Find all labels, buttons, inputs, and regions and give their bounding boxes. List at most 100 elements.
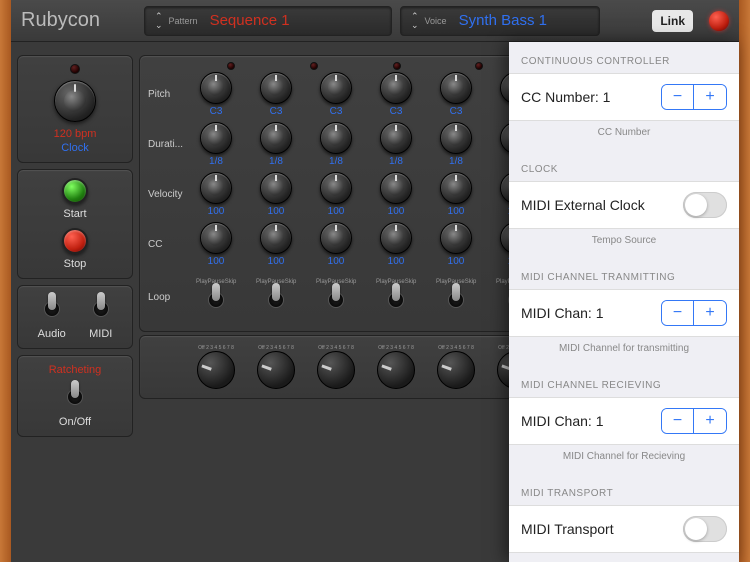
step: 100 [246, 172, 306, 217]
voice-selector[interactable]: ⌃⌄ Voice Synth Bass 1 [400, 6, 600, 36]
step-knob[interactable] [440, 222, 472, 254]
tempo-label: 120 bpm [54, 128, 97, 140]
step-knob[interactable] [260, 122, 292, 154]
settings-section-header: CONTINUOUS CONTROLLER [509, 42, 739, 73]
step-value: 100 [448, 206, 465, 217]
step: 100 [426, 172, 486, 217]
ratcheting-section: Ratcheting On/Off [17, 355, 133, 437]
ratchet-step: Off 2 3 4 5 6 7 8 [426, 345, 486, 389]
row-label: Pitch [146, 89, 186, 100]
step-knob[interactable] [320, 222, 352, 254]
record-led-icon[interactable] [709, 11, 729, 31]
start-label: Start [63, 208, 86, 220]
ratcheting-toggle[interactable] [66, 382, 84, 412]
step-knob[interactable] [380, 122, 412, 154]
step-value: 100 [268, 256, 285, 267]
ratchet-step: Off 2 3 4 5 6 7 8 [186, 345, 246, 389]
step-knob[interactable] [200, 122, 232, 154]
stepper-minus-button[interactable]: − [662, 85, 694, 109]
settings-panel[interactable]: CONTINUOUS CONTROLLERCC Number: 1−+CC Nu… [509, 42, 739, 562]
link-button[interactable]: Link [652, 10, 693, 32]
step-knob[interactable] [440, 72, 472, 104]
step-knob[interactable] [260, 172, 292, 204]
settings-section-footer: Tempo Source [509, 229, 739, 258]
ratchet-selector-knob[interactable] [197, 351, 235, 389]
step-value: 1/8 [209, 156, 223, 167]
ratchet-selector-knob[interactable] [437, 351, 475, 389]
loop-label: Loop [146, 292, 186, 303]
settings-section-header: MIDI TRANSPORT [509, 474, 739, 505]
settings-section-footer: MIDI Channel for transmitting [509, 337, 739, 366]
toggle-switch[interactable] [683, 516, 727, 542]
step-knob[interactable] [440, 172, 472, 204]
step-knob[interactable] [380, 222, 412, 254]
app-title: Rubycon [21, 9, 136, 32]
stepper-plus-button[interactable]: + [694, 301, 726, 325]
tempo-knob[interactable] [54, 80, 96, 122]
step-value: 100 [388, 256, 405, 267]
step-value: C3 [390, 106, 403, 117]
ratchet-step: Off 2 3 4 5 6 7 8 [366, 345, 426, 389]
pattern-value: Sequence 1 [210, 12, 290, 29]
step-knob[interactable] [380, 172, 412, 204]
stop-button[interactable] [62, 228, 88, 254]
stepper-minus-button[interactable]: − [662, 409, 694, 433]
ratchet-selector-knob[interactable] [377, 351, 415, 389]
stepper-plus-button[interactable]: + [694, 409, 726, 433]
midi-toggle[interactable] [92, 294, 110, 324]
settings-row-label: MIDI Transport [521, 521, 614, 537]
step-value: C3 [210, 106, 223, 117]
row-label: Velocity [146, 189, 186, 200]
step-knob[interactable] [200, 222, 232, 254]
step-value: 1/8 [269, 156, 283, 167]
step-value: 100 [328, 206, 345, 217]
step-knob[interactable] [260, 72, 292, 104]
step-knob[interactable] [320, 172, 352, 204]
start-button[interactable] [62, 178, 88, 204]
step-knob[interactable] [380, 72, 412, 104]
loop-step: PlayPauseSkip [186, 279, 246, 315]
toggle-switch[interactable] [683, 192, 727, 218]
step-value: 100 [388, 206, 405, 217]
loop-step: PlayPauseSkip [306, 279, 366, 315]
loop-toggle[interactable] [387, 285, 405, 315]
loop-toggle[interactable] [207, 285, 225, 315]
pattern-selector[interactable]: ⌃⌄ Pattern Sequence 1 [144, 6, 392, 36]
ratcheting-label: Ratcheting [49, 364, 102, 376]
stop-label: Stop [64, 258, 87, 270]
loop-step: PlayPauseSkip [246, 279, 306, 315]
step: C3 [186, 72, 246, 117]
settings-row-label: MIDI Chan: 1 [521, 305, 603, 321]
step-knob[interactable] [320, 122, 352, 154]
step-knob[interactable] [200, 172, 232, 204]
ratchet-step: Off 2 3 4 5 6 7 8 [246, 345, 306, 389]
step-value: 1/8 [389, 156, 403, 167]
stepper-minus-button[interactable]: − [662, 301, 694, 325]
midi-label: MIDI [89, 328, 112, 340]
step-value: 100 [448, 256, 465, 267]
step: 100 [306, 222, 366, 267]
loop-toggle[interactable] [327, 285, 345, 315]
ratchet-selector-knob[interactable] [317, 351, 355, 389]
step-knob[interactable] [200, 72, 232, 104]
tempo-section: 120 bpm Clock [17, 55, 133, 163]
row-label: Durati... [146, 139, 186, 150]
step-value: 1/8 [449, 156, 463, 167]
step-knob[interactable] [440, 122, 472, 154]
stepper-plus-button[interactable]: + [694, 85, 726, 109]
loop-toggle[interactable] [447, 285, 465, 315]
chevron-updown-icon: ⌃⌄ [411, 12, 419, 30]
ratchet-selector-knob[interactable] [257, 351, 295, 389]
step-knob[interactable] [260, 222, 292, 254]
loop-toggle[interactable] [267, 285, 285, 315]
settings-section-footer: CC Number [509, 121, 739, 150]
row-label: CC [146, 239, 186, 250]
settings-section-header: MIDI CHANNEL RECIEVING [509, 366, 739, 397]
step-value: 100 [268, 206, 285, 217]
settings-section-footer: MIDI Channel for Recieving [509, 445, 739, 474]
step: 100 [186, 222, 246, 267]
stepper: −+ [661, 300, 727, 326]
chevron-updown-icon: ⌃⌄ [155, 12, 163, 30]
step-knob[interactable] [320, 72, 352, 104]
audio-toggle[interactable] [43, 294, 61, 324]
